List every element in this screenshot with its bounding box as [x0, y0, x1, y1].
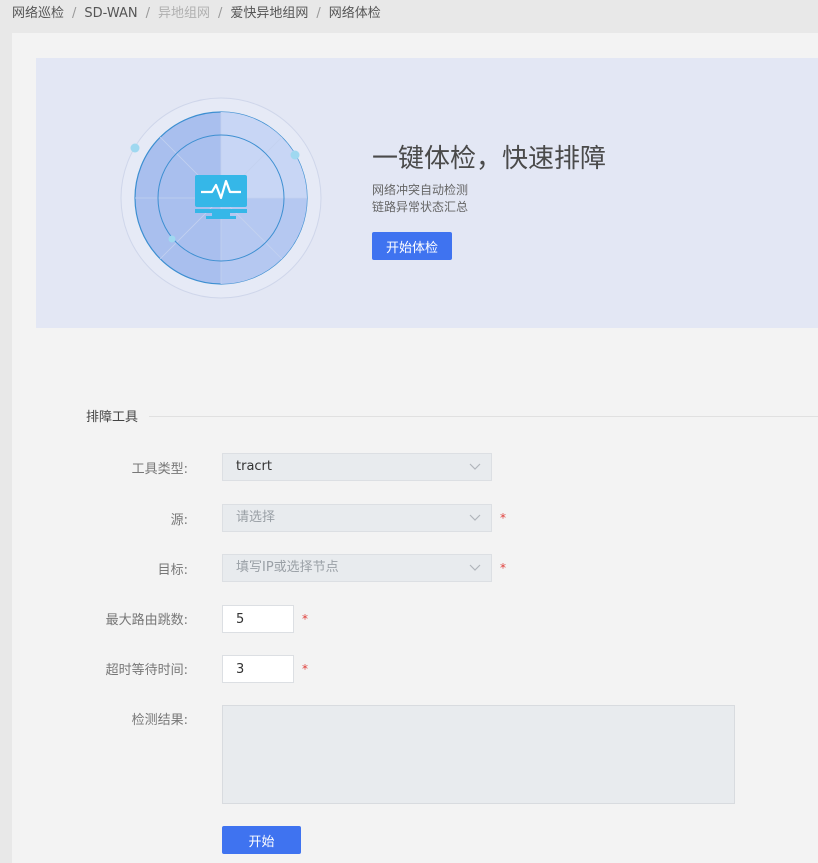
timeout-label: 超时等待时间:	[105, 663, 188, 678]
required-marker: *	[302, 662, 308, 676]
result-output[interactable]	[222, 705, 735, 804]
source-label: 源:	[170, 513, 188, 528]
breadcrumb-item-ikuai-remote-networking[interactable]: 爱快异地组网	[230, 6, 308, 21]
breadcrumb-item-remote-networking: 异地组网	[157, 6, 210, 21]
breadcrumb-item-sdwan[interactable]: SD-WAN	[84, 6, 137, 21]
tool-type-value: tracrt	[236, 459, 272, 474]
target-placeholder: 填写IP或选择节点	[236, 560, 339, 575]
chevron-down-icon	[469, 564, 481, 571]
max-hops-input[interactable]	[222, 605, 294, 633]
breadcrumb: 网络巡检 / SD-WAN / 异地组网 / 爱快异地组网 / 网络体检	[0, 0, 818, 30]
chevron-down-icon	[469, 514, 481, 521]
breadcrumb-separator: /	[218, 6, 223, 21]
section-divider	[149, 416, 818, 417]
timeout-input[interactable]	[222, 655, 294, 683]
required-marker: *	[500, 561, 506, 575]
monitor-icon	[195, 175, 247, 219]
max-hops-label: 最大路由跳数:	[105, 613, 188, 628]
checkup-banner: 一键体检，快速排障 网络冲突自动检测 链路异常状态汇总 开始体检	[36, 58, 818, 328]
breadcrumb-separator: /	[316, 6, 321, 21]
source-placeholder: 请选择	[236, 510, 276, 525]
banner-title: 一键体检，快速排障	[372, 144, 607, 174]
breadcrumb-separator: /	[145, 6, 150, 21]
banner-feature-conflict-detection: 网络冲突自动检测	[372, 183, 469, 197]
breadcrumb-item-network-inspection[interactable]: 网络巡检	[12, 6, 64, 21]
breadcrumb-separator: /	[72, 6, 77, 21]
tool-type-label: 工具类型:	[131, 462, 188, 477]
tool-type-select[interactable]: tracrt	[222, 453, 492, 481]
source-select[interactable]: 请选择	[222, 504, 492, 532]
radar-scan-illustration	[120, 97, 322, 299]
banner-feature-link-status: 链路异常状态汇总	[372, 200, 469, 214]
required-marker: *	[302, 612, 308, 626]
target-select[interactable]: 填写IP或选择节点	[222, 554, 492, 582]
troubleshoot-tools-title: 排障工具	[86, 410, 139, 425]
chevron-down-icon	[469, 463, 481, 470]
main-content: 一键体检，快速排障 网络冲突自动检测 链路异常状态汇总 开始体检 排障工具 工具…	[12, 33, 818, 863]
result-label: 检测结果:	[131, 713, 188, 728]
start-button[interactable]: 开始	[222, 826, 301, 854]
required-marker: *	[500, 511, 506, 525]
target-label: 目标:	[157, 563, 188, 578]
breadcrumb-item-network-checkup: 网络体检	[328, 6, 381, 21]
start-checkup-button[interactable]: 开始体检	[372, 232, 452, 260]
